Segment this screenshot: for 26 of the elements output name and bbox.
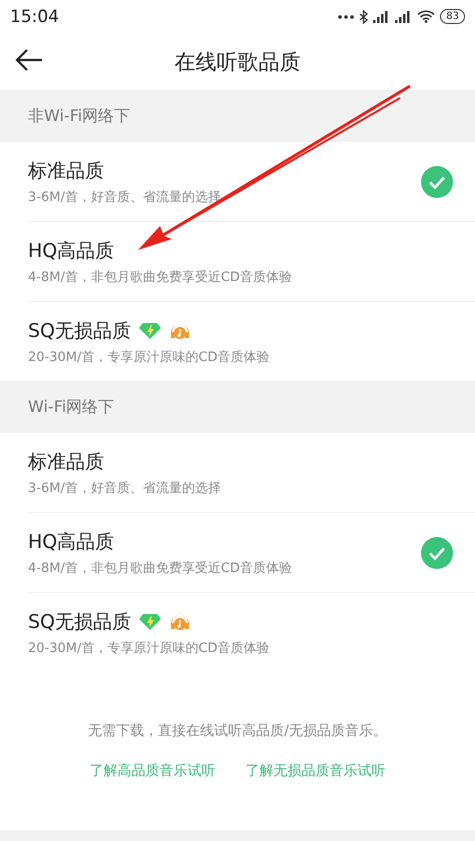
bluetooth-icon bbox=[359, 10, 368, 24]
status-time: 15:04 bbox=[10, 6, 59, 26]
wifi-icon bbox=[417, 10, 436, 23]
option-name[interactable]: 标准品质 bbox=[28, 158, 104, 184]
option-description: 4-8M/首，非包月歌曲免费享受近CD音质体验 bbox=[28, 560, 293, 576]
option-name[interactable]: SQ无损品质 bbox=[28, 608, 132, 634]
option-description: 3-6M/首，好音质、省流量的选择 bbox=[28, 188, 222, 206]
option-description: 3-6M/首，好音质、省流量的选择 bbox=[28, 480, 222, 496]
page-title: 在线听歌品质 bbox=[174, 48, 300, 76]
option-name[interactable]: SQ无损品质 bbox=[28, 318, 132, 344]
section-header: 非Wi-Fi网络下 bbox=[27, 104, 132, 126]
option-description: 20-30M/首，专享原汁原味的CD音质体验 bbox=[28, 640, 270, 656]
footer-note: 无需下载，直接在线试听高品质/无损品质音乐。 bbox=[88, 722, 387, 740]
option-name[interactable]: 标准品质 bbox=[28, 448, 104, 474]
option-description: 20-30M/首，专享原汁原味的CD音质体验 bbox=[28, 348, 270, 366]
battery-level: 83 bbox=[440, 9, 465, 24]
option-name[interactable]: HQ高品质 bbox=[28, 528, 114, 554]
more-icon bbox=[338, 14, 354, 18]
signal-icon bbox=[395, 10, 412, 22]
gem-icon bbox=[139, 612, 162, 630]
gem-icon bbox=[139, 322, 162, 340]
back-icon[interactable] bbox=[14, 48, 44, 72]
option-description: 4-8M/首，非包月歌曲免费享受近CD音质体验 bbox=[28, 268, 293, 286]
signal-icon bbox=[373, 10, 390, 22]
section-header: Wi-Fi网络下 bbox=[27, 396, 116, 418]
option-name[interactable]: HQ高品质 bbox=[28, 238, 114, 264]
